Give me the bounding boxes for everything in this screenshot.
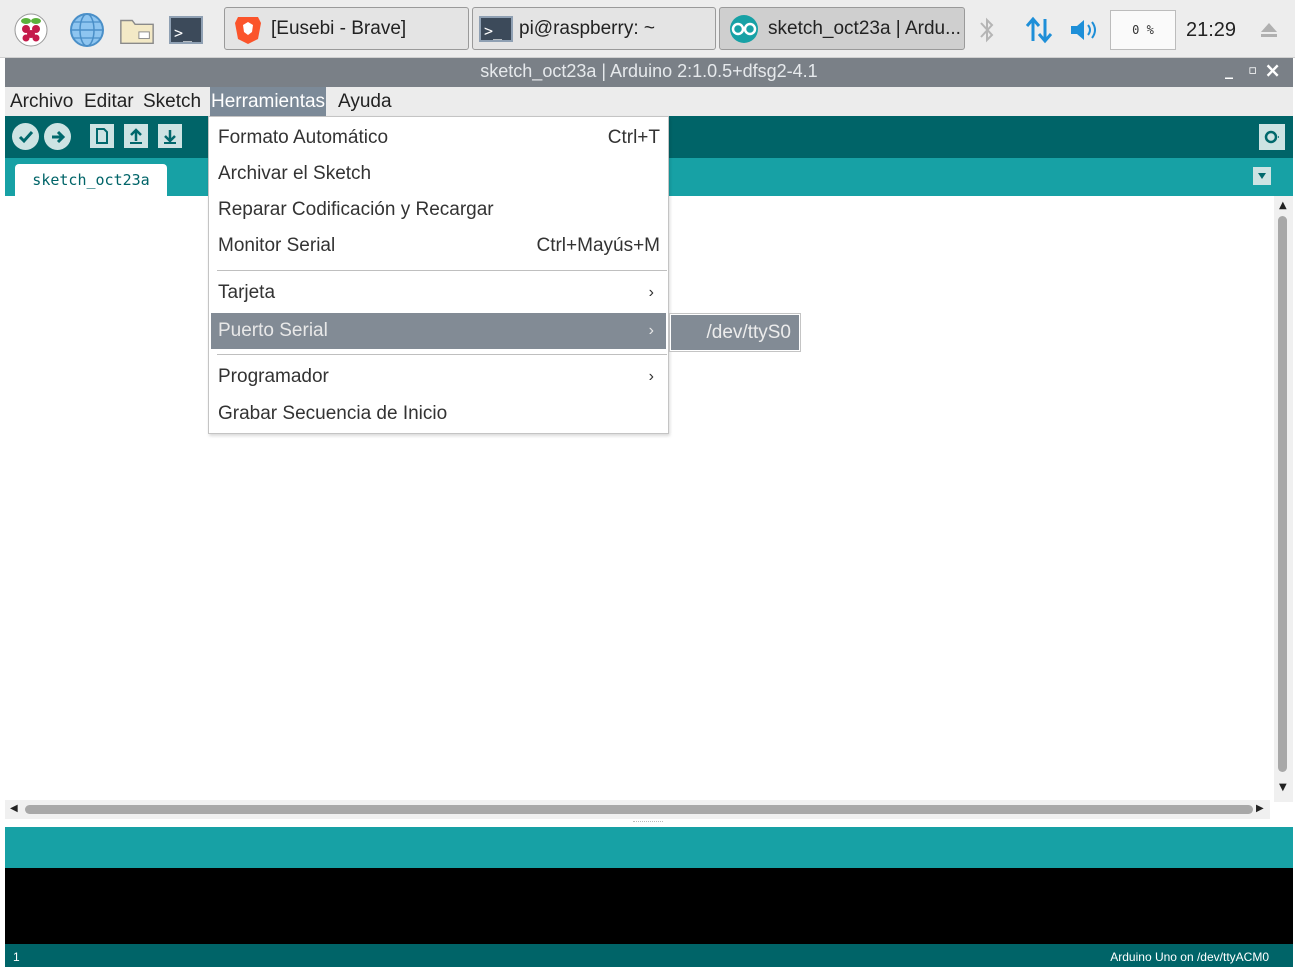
task-arduino-label: sketch_oct23a | Ardu... — [768, 17, 961, 39]
terminal-launcher-icon[interactable]: >_ — [167, 11, 205, 49]
menuitem-grabar-secuencia[interactable]: Grabar Secuencia de Inicio — [211, 396, 666, 432]
menuitem-label: Reparar Codificación y Recargar — [218, 199, 494, 220]
menuitem-label: Grabar Secuencia de Inicio — [218, 403, 448, 424]
tab-menu-button[interactable] — [1253, 167, 1271, 185]
console-output — [5, 868, 1293, 944]
arrow-right-icon — [51, 130, 65, 143]
menu-sketch[interactable]: Sketch — [142, 87, 202, 116]
task-terminal[interactable]: >_ pi@raspberry: ~ — [472, 7, 716, 50]
file-manager-icon[interactable] — [118, 11, 156, 49]
arrow-down-icon — [164, 130, 176, 144]
herramientas-dropdown: Formato Automático Ctrl+T Archivar el Sk… — [208, 116, 669, 434]
menu-separator — [217, 270, 667, 271]
task-brave-label: [Eusebi - Brave] — [271, 17, 407, 39]
menubar: Archivo Editar Sketch Herramientas Ayuda — [5, 87, 1293, 116]
menuitem-reparar-codificacion[interactable]: Reparar Codificación y Recargar — [211, 192, 666, 228]
cpu-monitor-label: 0 % — [1132, 23, 1154, 37]
menuitem-puerto-serial[interactable]: Puerto Serial › — [211, 313, 666, 349]
upload-button[interactable] — [44, 123, 71, 150]
scroll-up-icon[interactable]: ▲ — [1279, 200, 1287, 211]
open-button[interactable] — [124, 124, 148, 148]
menuitem-label: Puerto Serial — [218, 320, 328, 341]
minimize-button[interactable]: _ — [1225, 60, 1233, 79]
window-titlebar[interactable]: sketch_oct23a | Arduino 2:1.0.5+dfsg2-4.… — [5, 58, 1293, 87]
scroll-down-icon[interactable]: ▼ — [1279, 782, 1287, 793]
save-button[interactable] — [158, 124, 182, 148]
arrow-up-icon — [130, 128, 142, 144]
menu-editar[interactable]: Editar — [83, 87, 135, 116]
menu-ayuda[interactable]: Ayuda — [337, 87, 393, 116]
cpu-monitor[interactable]: 0 % — [1110, 10, 1176, 50]
verify-button[interactable] — [12, 123, 39, 150]
vertical-scroll-thumb[interactable] — [1278, 216, 1287, 772]
scroll-left-icon[interactable]: ◀ — [10, 803, 18, 814]
menuitem-shortcut: Ctrl+T — [607, 127, 660, 148]
menuitem-label: Archivar el Sketch — [218, 163, 372, 184]
volume-icon[interactable] — [1066, 10, 1100, 50]
menuitem-tarjeta[interactable]: Tarjeta › — [211, 275, 666, 311]
brave-icon — [231, 14, 265, 44]
terminal-icon: >_ — [479, 14, 513, 44]
close-button[interactable]: × — [1264, 58, 1281, 82]
eject-icon[interactable] — [1254, 10, 1284, 50]
clock[interactable]: 21:29 — [1182, 10, 1240, 50]
scroll-right-icon[interactable]: ▶ — [1256, 803, 1264, 814]
chevron-right-icon: › — [648, 322, 654, 339]
vertical-scrollbar[interactable]: ▲ ▼ — [1274, 196, 1293, 802]
tab-sketch[interactable]: sketch_oct23a — [15, 164, 167, 196]
chevron-right-icon: › — [648, 284, 654, 301]
horizontal-scrollbar[interactable]: ◀ ▶ — [5, 800, 1270, 819]
menu-archivo[interactable]: Archivo — [9, 87, 74, 116]
pane-divider-handle[interactable] — [5, 819, 1293, 827]
magnifier-icon — [1264, 130, 1279, 144]
window-title: sketch_oct23a | Arduino 2:1.0.5+dfsg2-4.… — [480, 61, 818, 81]
puerto-serial-submenu: /dev/ttyS0 — [669, 313, 801, 352]
new-file-icon — [96, 128, 108, 144]
horizontal-scroll-thumb[interactable] — [25, 805, 1253, 814]
menuitem-label: Tarjeta — [218, 282, 276, 303]
menu-separator — [217, 354, 667, 355]
menuitem-label: Programador — [218, 366, 329, 387]
message-bar — [5, 827, 1293, 868]
network-icon[interactable] — [1022, 10, 1056, 50]
arduino-icon — [726, 14, 762, 44]
web-browser-icon[interactable] — [68, 11, 106, 49]
taskbar: >_ [Eusebi - Brave] >_ pi@raspberry: ~ s… — [0, 0, 1295, 58]
menuitem-label: Formato Automático — [218, 127, 389, 148]
maximize-button[interactable]: ▫ — [1248, 63, 1257, 78]
menuitem-formato-automatico[interactable]: Formato Automático Ctrl+T — [211, 120, 666, 156]
task-terminal-label: pi@raspberry: ~ — [519, 17, 655, 39]
bluetooth-icon[interactable] — [974, 10, 1000, 50]
menuitem-label: Monitor Serial — [218, 235, 336, 256]
divider-grip — [633, 821, 663, 823]
task-brave[interactable]: [Eusebi - Brave] — [224, 7, 469, 50]
menu-herramientas[interactable]: Herramientas — [210, 87, 327, 116]
raspberry-menu-icon[interactable] — [12, 11, 50, 49]
status-bar: 1 Arduino Uno on /dev/ttyACM0 — [5, 944, 1293, 967]
board-port-label: Arduino Uno on /dev/ttyACM0 — [1110, 950, 1269, 964]
line-number: 1 — [13, 950, 20, 964]
serial-monitor-button[interactable] — [1259, 124, 1285, 150]
new-button[interactable] — [90, 124, 114, 148]
check-icon — [18, 130, 33, 143]
menuitem-programador[interactable]: Programador › — [211, 359, 666, 395]
chevron-right-icon: › — [648, 368, 654, 385]
menuitem-port-ttys0[interactable]: /dev/ttyS0 — [671, 315, 799, 350]
menuitem-archivar-sketch[interactable]: Archivar el Sketch — [211, 156, 666, 192]
menuitem-monitor-serial[interactable]: Monitor Serial Ctrl+Mayús+M — [211, 228, 666, 264]
menuitem-shortcut: Ctrl+Mayús+M — [536, 235, 660, 256]
triangle-down-icon — [1258, 173, 1266, 179]
task-arduino[interactable]: sketch_oct23a | Ardu... — [719, 7, 965, 50]
